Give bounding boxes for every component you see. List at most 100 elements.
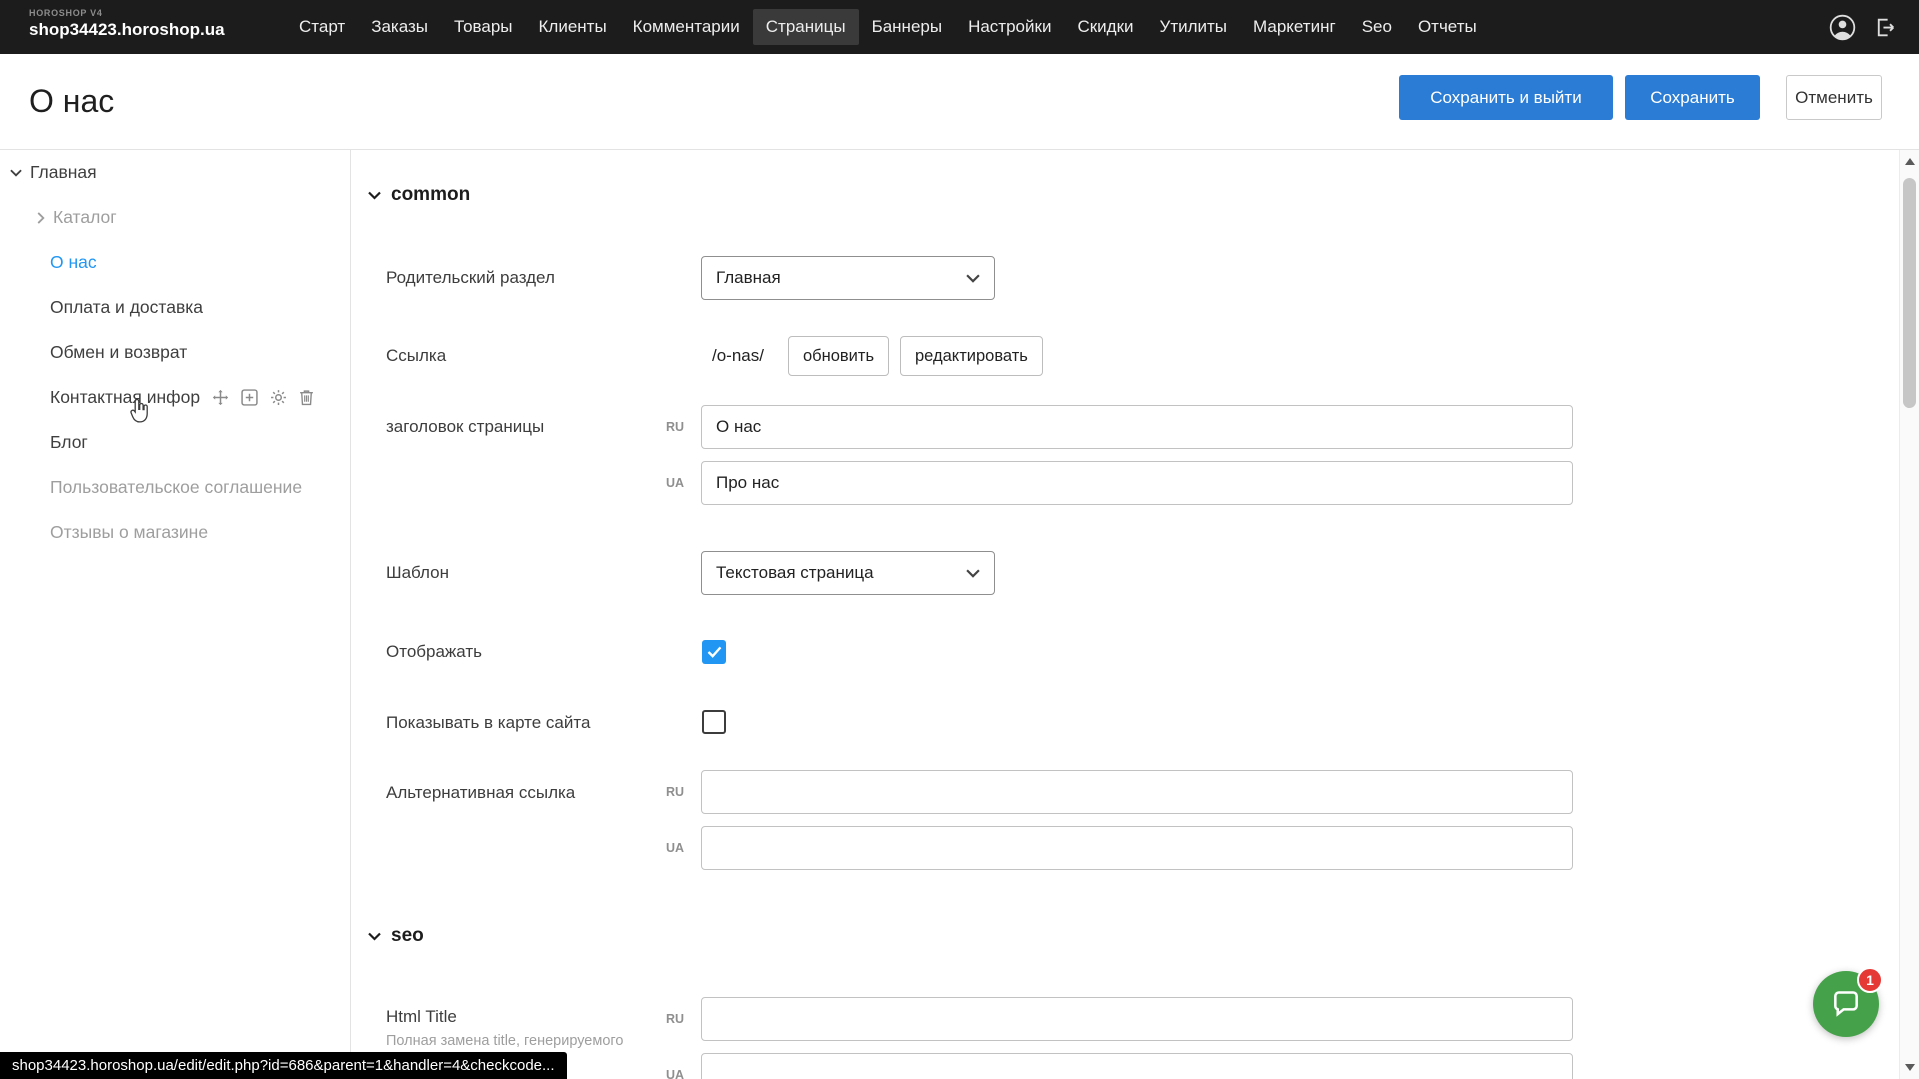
lang-tag-ru: RU bbox=[666, 420, 694, 434]
sidebar-item-blog[interactable]: Блог bbox=[0, 420, 350, 465]
sidebar-item-label: О нас bbox=[50, 252, 97, 273]
alt-link-ru-input[interactable] bbox=[701, 770, 1573, 814]
menu-item-products[interactable]: Товары bbox=[441, 9, 525, 45]
template-label: Шаблон bbox=[386, 563, 449, 583]
section-common-header[interactable]: common bbox=[368, 184, 470, 206]
chevron-right-icon[interactable] bbox=[37, 212, 45, 224]
menu-item-start[interactable]: Старт bbox=[286, 9, 358, 45]
topbar-actions bbox=[1829, 0, 1897, 54]
menu-item-reports[interactable]: Отчеты bbox=[1405, 9, 1490, 45]
top-menu: Старт Заказы Товары Клиенты Комментарии … bbox=[286, 0, 1490, 54]
brand-domain-label: shop34423.horoshop.ua bbox=[29, 20, 225, 40]
check-icon bbox=[707, 646, 722, 658]
template-select[interactable]: Текстовая страница bbox=[701, 551, 995, 595]
section-seo-header[interactable]: seo bbox=[368, 925, 424, 947]
sidebar-item-label: Контактная инфор bbox=[50, 387, 200, 408]
section-title: seo bbox=[391, 925, 424, 947]
cancel-button[interactable]: Отменить bbox=[1786, 75, 1882, 120]
chevron-down-icon[interactable] bbox=[10, 169, 22, 177]
horoshop-admin-app: HOROSHOP V4 shop34423.horoshop.ua Старт … bbox=[0, 0, 1919, 1079]
page-title-ru-input[interactable] bbox=[701, 405, 1573, 449]
link-status-tooltip: shop34423.horoshop.ua/edit/edit.php?id=6… bbox=[0, 1052, 567, 1079]
section-title: common bbox=[391, 184, 470, 206]
html-title-hint: Полная замена title, генерируемого bbox=[386, 1033, 623, 1049]
gear-icon[interactable] bbox=[270, 389, 287, 406]
chevron-down-icon bbox=[368, 932, 381, 941]
user-account-icon[interactable] bbox=[1829, 14, 1856, 41]
sidebar-item-label: Каталог bbox=[53, 207, 117, 228]
sidebar-item-o-nas[interactable]: О нас bbox=[0, 240, 350, 285]
select-value: Текстовая страница bbox=[716, 563, 874, 583]
sidebar-item-oplata[interactable]: Оплата и доставка bbox=[0, 285, 350, 330]
brand-version-label: HOROSHOP V4 bbox=[29, 8, 225, 18]
select-value: Главная bbox=[716, 268, 781, 288]
sitemap-label: Показывать в карте сайта bbox=[386, 713, 590, 733]
html-title-label: Html Title bbox=[386, 1007, 457, 1027]
scroll-down-icon[interactable] bbox=[1905, 1064, 1915, 1071]
lang-tag-ua: UA bbox=[666, 841, 694, 855]
save-button[interactable]: Сохранить bbox=[1625, 75, 1760, 120]
lang-tag-ru: RU bbox=[666, 785, 694, 799]
chevron-down-icon bbox=[966, 274, 980, 283]
menu-item-settings[interactable]: Настройки bbox=[955, 9, 1064, 45]
sidebar-item-glavnaya[interactable]: Главная bbox=[0, 150, 350, 195]
link-label: Ссылка bbox=[386, 346, 446, 366]
sidebar-item-obmen[interactable]: Обмен и возврат bbox=[0, 330, 350, 375]
menu-item-clients[interactable]: Клиенты bbox=[526, 9, 620, 45]
menu-item-banners[interactable]: Баннеры bbox=[859, 9, 956, 45]
chat-icon bbox=[1830, 988, 1862, 1020]
menu-item-orders[interactable]: Заказы bbox=[358, 9, 441, 45]
sidebar-item-label: Главная bbox=[30, 162, 97, 183]
page-title-ua-input[interactable] bbox=[701, 461, 1573, 505]
edit-link-button[interactable]: редактировать bbox=[900, 336, 1043, 376]
save-and-exit-button[interactable]: Сохранить и выйти bbox=[1399, 75, 1613, 120]
page-title: О нас bbox=[29, 83, 114, 120]
chat-widget-button[interactable]: 1 bbox=[1813, 971, 1879, 1037]
pages-tree-sidebar: Главная Каталог О нас Оплата и доставка … bbox=[0, 150, 351, 1079]
sidebar-item-reviews[interactable]: Отзывы о магазине bbox=[0, 510, 350, 555]
tree-item-tools bbox=[212, 389, 314, 406]
sidebar-item-kontaktnaya[interactable]: Контактная инфор bbox=[0, 375, 350, 420]
trash-icon[interactable] bbox=[299, 389, 314, 406]
logout-icon[interactable] bbox=[1872, 15, 1897, 40]
topbar: HOROSHOP V4 shop34423.horoshop.ua Старт … bbox=[0, 0, 1919, 54]
add-page-icon[interactable] bbox=[241, 389, 258, 406]
parent-section-select[interactable]: Главная bbox=[701, 256, 995, 300]
sidebar-item-label: Оплата и доставка bbox=[50, 297, 203, 318]
page-header: О нас Сохранить и выйти Сохранить Отмени… bbox=[0, 54, 1919, 150]
display-checkbox[interactable] bbox=[702, 640, 726, 664]
sidebar-item-label: Обмен и возврат bbox=[50, 342, 187, 363]
page-title-field-label: заголовок страницы bbox=[386, 417, 544, 437]
sidebar-item-label: Блог bbox=[50, 432, 88, 453]
refresh-link-button[interactable]: обновить bbox=[788, 336, 889, 376]
menu-item-marketing[interactable]: Маркетинг bbox=[1240, 9, 1349, 45]
chat-notification-badge: 1 bbox=[1857, 967, 1883, 993]
page-edit-form: common Родительский раздел Главная Ссылк… bbox=[352, 150, 1899, 1079]
menu-item-pages[interactable]: Страницы bbox=[753, 9, 859, 45]
lang-tag-ua: UA bbox=[666, 476, 694, 490]
menu-item-comments[interactable]: Комментарии bbox=[620, 9, 753, 45]
chevron-down-icon bbox=[368, 191, 381, 200]
alt-link-ua-input[interactable] bbox=[701, 826, 1573, 870]
chevron-down-icon bbox=[966, 569, 980, 578]
lang-tag-ua: UA bbox=[666, 1068, 694, 1079]
lang-tag-ru: RU bbox=[666, 1012, 694, 1026]
display-label: Отображать bbox=[386, 642, 482, 662]
menu-item-utilities[interactable]: Утилиты bbox=[1147, 9, 1241, 45]
link-path-text: /o-nas/ bbox=[712, 346, 764, 366]
sidebar-item-label: Отзывы о магазине bbox=[50, 522, 208, 543]
alt-link-label: Альтернативная ссылка bbox=[386, 783, 575, 803]
sidebar-item-agreement[interactable]: Пользовательское соглашение bbox=[0, 465, 350, 510]
sidebar-item-label: Пользовательское соглашение bbox=[50, 477, 302, 498]
scroll-up-icon[interactable] bbox=[1905, 158, 1915, 165]
html-title-ru-input[interactable] bbox=[701, 997, 1573, 1041]
menu-item-discounts[interactable]: Скидки bbox=[1064, 9, 1146, 45]
move-icon[interactable] bbox=[212, 389, 229, 406]
brand-logo[interactable]: HOROSHOP V4 shop34423.horoshop.ua bbox=[29, 8, 225, 40]
scrollbar-thumb[interactable] bbox=[1903, 178, 1916, 408]
sidebar-item-katalog[interactable]: Каталог bbox=[0, 195, 350, 240]
html-title-ua-input[interactable] bbox=[701, 1053, 1573, 1079]
sitemap-checkbox[interactable] bbox=[702, 710, 726, 734]
vertical-scrollbar bbox=[1899, 150, 1919, 1079]
menu-item-seo[interactable]: Seo bbox=[1349, 9, 1405, 45]
